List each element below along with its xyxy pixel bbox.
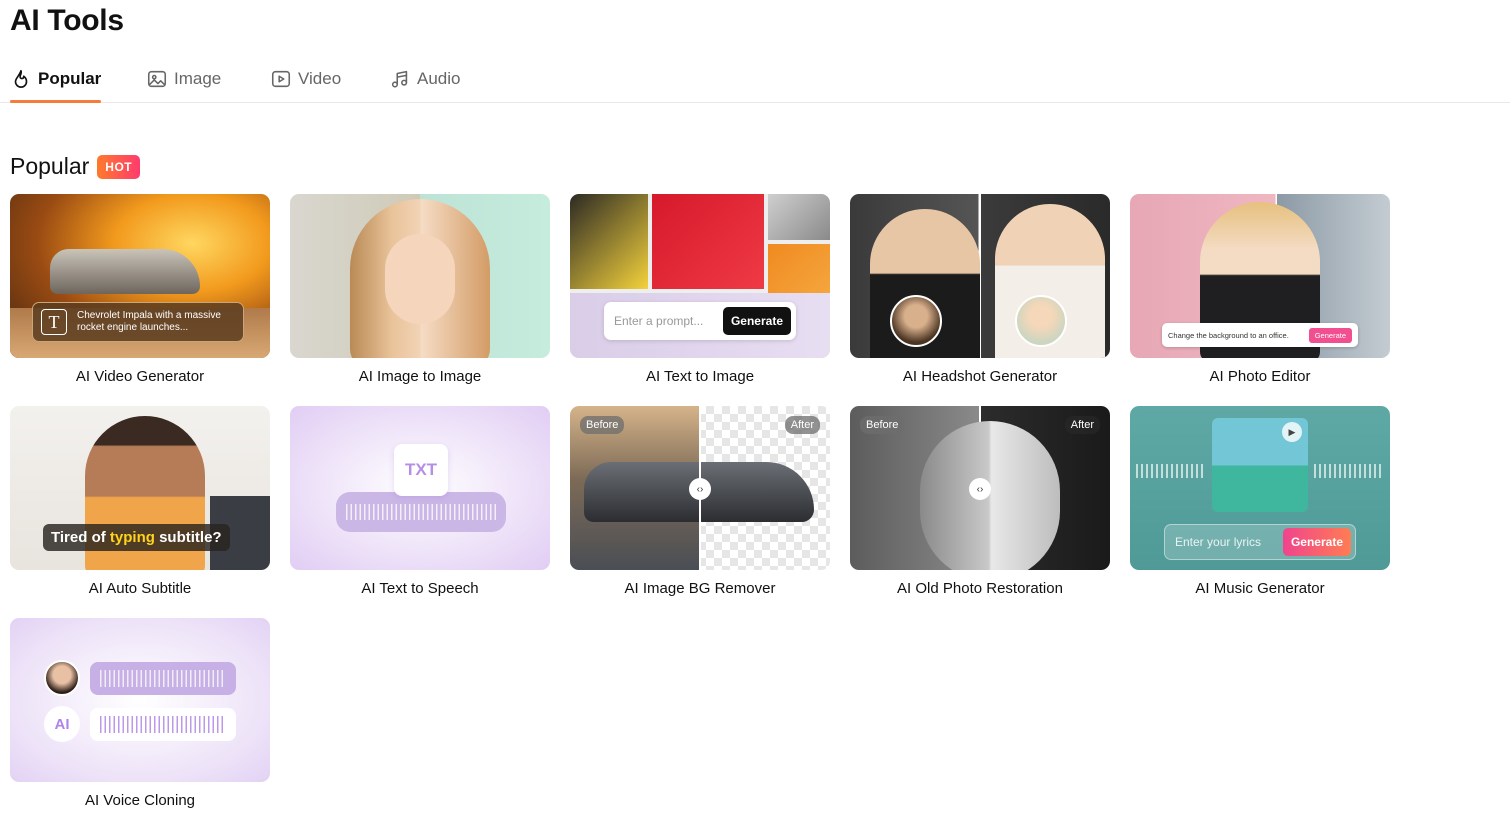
tool-card-ai-photo-editor[interactable]: Change the background to an office. Gene… (1130, 194, 1390, 385)
lyrics-box: Enter your lyrics Generate (1164, 524, 1356, 560)
tool-thumbnail: Change the background to an office. Gene… (1130, 194, 1390, 358)
generate-button: Generate (1282, 528, 1351, 556)
source-avatar (890, 295, 942, 347)
audio-wave (336, 492, 506, 532)
tab-video-label: Video (298, 69, 342, 88)
text-t-icon: T (41, 309, 67, 335)
tool-thumbnail: T Chevrolet Impala with a massive rocket… (10, 194, 270, 358)
waveform (1314, 464, 1384, 478)
tool-card-ai-auto-subtitle[interactable]: Tired of typing subtitle? AI Auto Subtit… (10, 406, 270, 597)
tool-thumbnail: ▶ Enter your lyrics Generate (1130, 406, 1390, 570)
prompt-overlay: T Chevrolet Impala with a massive rocket… (32, 302, 244, 342)
tab-audio-label: Audio (417, 69, 461, 88)
prompt-box: Enter a prompt... Generate (604, 302, 796, 340)
tool-card-label: AI Text to Speech (361, 580, 479, 597)
tool-card-label: AI Auto Subtitle (88, 580, 192, 597)
video-play-icon (271, 70, 291, 88)
tool-thumbnail: ‹› Before After (570, 406, 830, 570)
tool-card-label: AI Text to Image (645, 368, 755, 385)
tab-bar: Popular Image Video Audio (0, 56, 1510, 103)
voice-bubble (90, 662, 236, 695)
tool-card-ai-image-to-image[interactable]: AI Image to Image (290, 194, 550, 385)
tab-video[interactable]: Video (270, 56, 341, 102)
tool-thumbnail: Tired of typing subtitle? (10, 406, 270, 570)
hot-badge: HOT (97, 154, 141, 179)
tool-card-ai-image-bg-remover[interactable]: ‹› Before After AI Image BG Remover (570, 406, 830, 597)
tool-thumbnail: TXT (290, 406, 550, 570)
play-icon: ▶ (1282, 422, 1302, 442)
tab-image[interactable]: Image (146, 56, 221, 102)
tab-popular-label: Popular (38, 69, 102, 88)
music-note-icon (391, 70, 408, 88)
generate-button: Generate (1308, 327, 1352, 343)
tab-audio[interactable]: Audio (389, 56, 460, 102)
tool-card-ai-text-to-image[interactable]: Enter a prompt... Generate AI Text to Im… (570, 194, 830, 385)
tool-thumbnail: AI (10, 618, 270, 782)
waveform (100, 670, 226, 687)
waveform (100, 716, 226, 733)
ai-avatar: AI (44, 706, 80, 742)
after-label: After (784, 416, 820, 434)
edit-prompt-bar: Change the background to an office. Gene… (1162, 323, 1358, 347)
source-avatar (1015, 295, 1067, 347)
car-illustration (50, 249, 200, 294)
before-label: Before (860, 416, 905, 434)
subtitle-overlay: Tired of typing subtitle? (43, 524, 230, 551)
tool-thumbnail (290, 194, 550, 358)
girl-face (385, 234, 455, 324)
subtitle-highlight: typing (109, 529, 155, 546)
tool-card-label: AI Image BG Remover (624, 580, 776, 597)
image-icon (147, 70, 167, 88)
tool-card-label: AI Photo Editor (1209, 368, 1311, 385)
tool-card-ai-old-photo-restoration[interactable]: ‹› Before After AI Old Photo Restoration (850, 406, 1110, 597)
tool-card-label: AI Music Generator (1195, 580, 1325, 597)
tool-card-ai-headshot-generator[interactable]: AI Headshot Generator (850, 194, 1110, 385)
prompt-placeholder: Enter a prompt... (614, 314, 704, 328)
collage-tile (652, 194, 764, 289)
tool-thumbnail (850, 194, 1110, 358)
tool-thumbnail: Enter a prompt... Generate (570, 194, 830, 358)
flame-icon (14, 69, 28, 88)
waveform (1136, 464, 1206, 478)
before-label: Before (580, 416, 625, 434)
page-title: AI Tools (10, 4, 124, 37)
vintage-portrait (920, 421, 1060, 570)
compare-handle-icon: ‹› (689, 478, 711, 500)
voice-bubble (90, 708, 236, 741)
waveform (346, 504, 496, 520)
tool-card-label: AI Video Generator (75, 368, 205, 385)
tool-card-label: AI Headshot Generator (902, 368, 1058, 385)
tool-card-ai-voice-cloning[interactable]: AI AI Voice Cloning (10, 618, 270, 809)
tool-card-ai-video-generator[interactable]: T Chevrolet Impala with a massive rocket… (10, 194, 270, 385)
tool-card-ai-text-to-speech[interactable]: TXT AI Text to Speech (290, 406, 550, 597)
lyrics-placeholder: Enter your lyrics (1175, 535, 1262, 549)
tool-card-ai-music-generator[interactable]: ▶ Enter your lyrics Generate AI Music Ge… (1130, 406, 1390, 597)
subtitle-text: Tired of (51, 529, 110, 546)
tool-thumbnail: ‹› Before After (850, 406, 1110, 570)
collage-tile (570, 194, 648, 289)
tool-card-label: AI Old Photo Restoration (897, 580, 1063, 597)
section-header: Popular HOT (10, 153, 141, 180)
tool-card-label: AI Image to Image (358, 368, 482, 385)
generate-button: Generate (722, 307, 791, 335)
after-label: After (1064, 416, 1100, 434)
user-avatar (44, 660, 80, 696)
subtitle-text: subtitle? (154, 529, 222, 546)
section-title: Popular (10, 153, 90, 179)
tool-card-label: AI Voice Cloning (84, 792, 196, 809)
tab-popular[interactable]: Popular (10, 56, 102, 103)
tab-image-label: Image (174, 69, 222, 88)
compare-handle-icon: ‹› (969, 478, 991, 500)
collage-tile (768, 194, 830, 240)
txt-file-icon: TXT (394, 444, 448, 496)
edit-prompt-text: Change the background to an office. (1168, 330, 1289, 340)
prompt-text: Chevrolet Impala with a massive rocket e… (77, 310, 221, 333)
